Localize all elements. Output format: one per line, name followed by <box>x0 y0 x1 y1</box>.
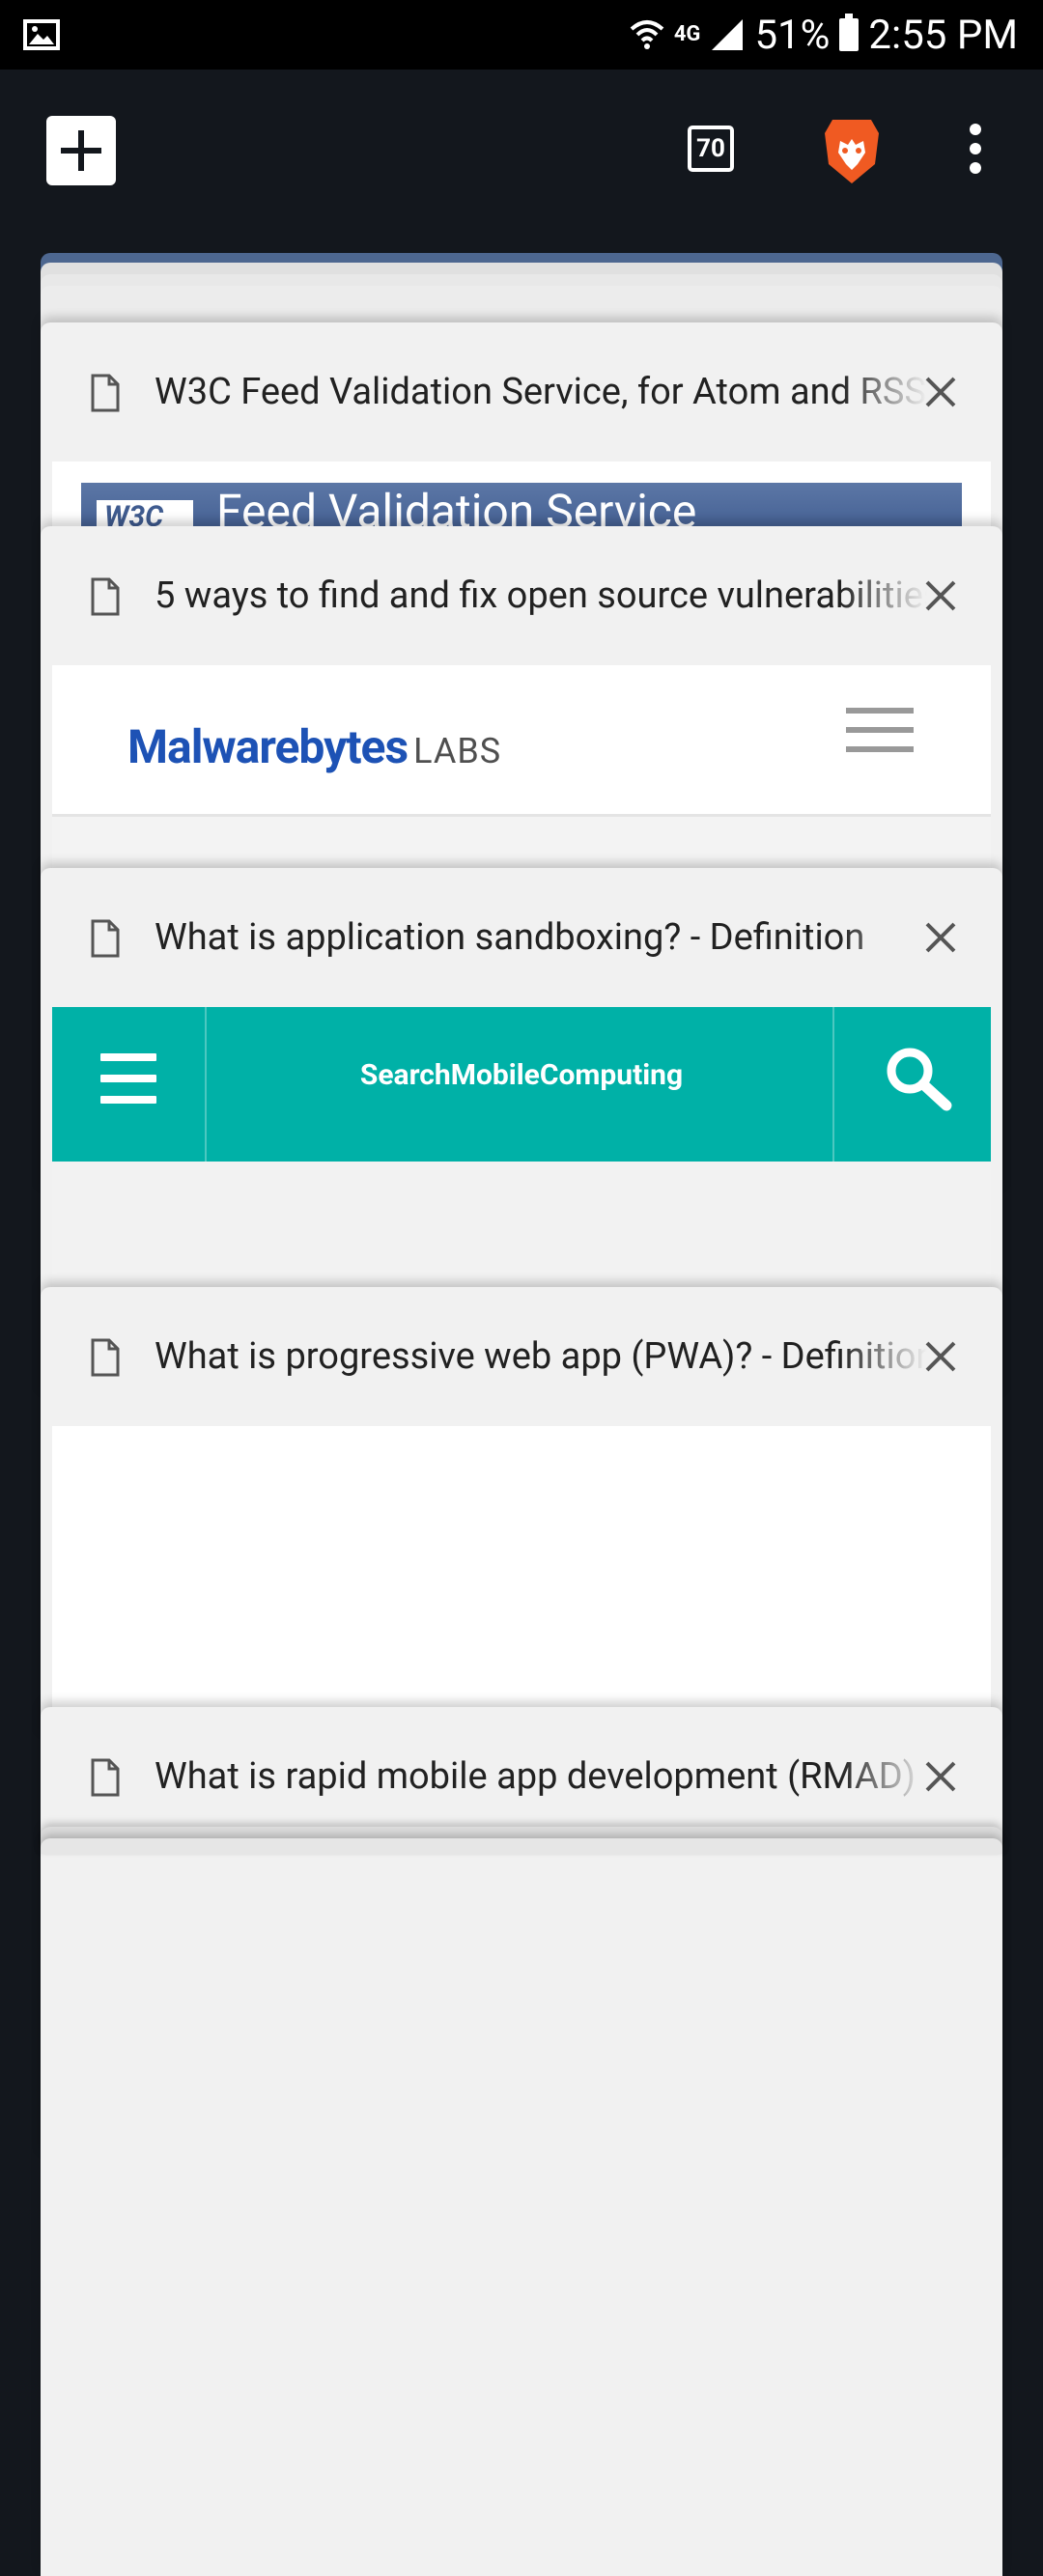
tab-title: What is rapid mobile app development (RM… <box>155 1750 927 1804</box>
clock: 2:55 PM <box>868 11 1018 59</box>
tab-title: 5 ways to find and fix open source vulne… <box>155 569 927 623</box>
tab-header: What is rapid mobile app development (RM… <box>41 1707 1002 1846</box>
close-tab-icon[interactable] <box>921 1757 960 1796</box>
tab-header: W3C Feed Validation Service, for Atom an… <box>41 322 1002 462</box>
signal-icon <box>712 19 744 50</box>
gallery-notification-icon <box>23 19 60 50</box>
divider <box>205 1007 207 1162</box>
new-tab-button[interactable] <box>46 116 116 185</box>
overflow-menu-button[interactable] <box>964 124 987 178</box>
tab-header: What is progressive web app (PWA)? - Def… <box>41 1287 1002 1426</box>
site-header: SearchMobileComputing <box>52 1007 991 1162</box>
divider <box>832 1007 834 1162</box>
battery-percent: 51% <box>754 11 831 59</box>
browser-toolbar: 70 <box>0 70 1043 232</box>
close-tab-icon[interactable] <box>921 576 960 615</box>
status-bar: 4G 51% 2:55 PM <box>0 0 1043 70</box>
document-icon <box>91 577 120 616</box>
document-icon <box>91 1338 120 1377</box>
malwarebytes-header: Malwarebytes LABS <box>52 665 991 817</box>
close-tab-icon[interactable] <box>921 1337 960 1376</box>
brave-lion-icon[interactable] <box>821 116 883 185</box>
tab-header: What is application sandboxing? - Defini… <box>41 868 1002 1007</box>
close-tab-icon[interactable] <box>921 373 960 411</box>
hamburger-icon <box>846 708 914 766</box>
tab-switcher-button[interactable]: 70 <box>688 126 734 172</box>
tab-title: W3C Feed Validation Service, for Atom an… <box>155 365 927 419</box>
network-type: 4G <box>673 22 701 46</box>
tab-title: What is progressive web app (PWA)? - Def… <box>155 1330 927 1384</box>
battery-icon <box>839 14 860 51</box>
status-indicators: 4G 51% 2:55 PM <box>630 0 1018 70</box>
tab-header: 5 ways to find and fix open source vulne… <box>41 526 1002 665</box>
wifi-icon <box>630 20 664 49</box>
close-tab-icon[interactable] <box>921 918 960 957</box>
hamburger-icon <box>100 1053 156 1117</box>
tab-title: What is application sandboxing? - Defini… <box>155 910 927 965</box>
logo-text: Malwarebytes <box>127 719 409 774</box>
document-icon <box>91 1758 120 1797</box>
document-icon <box>91 919 120 958</box>
malwarebytes-logo: Malwarebytes LABS <box>127 719 501 774</box>
search-icon <box>887 1048 952 1111</box>
stacked-tab-edge <box>41 1838 1002 1854</box>
site-name: SearchMobileComputing <box>359 1058 684 1092</box>
document-icon <box>91 374 120 412</box>
logo-suffix: LABS <box>413 731 502 771</box>
